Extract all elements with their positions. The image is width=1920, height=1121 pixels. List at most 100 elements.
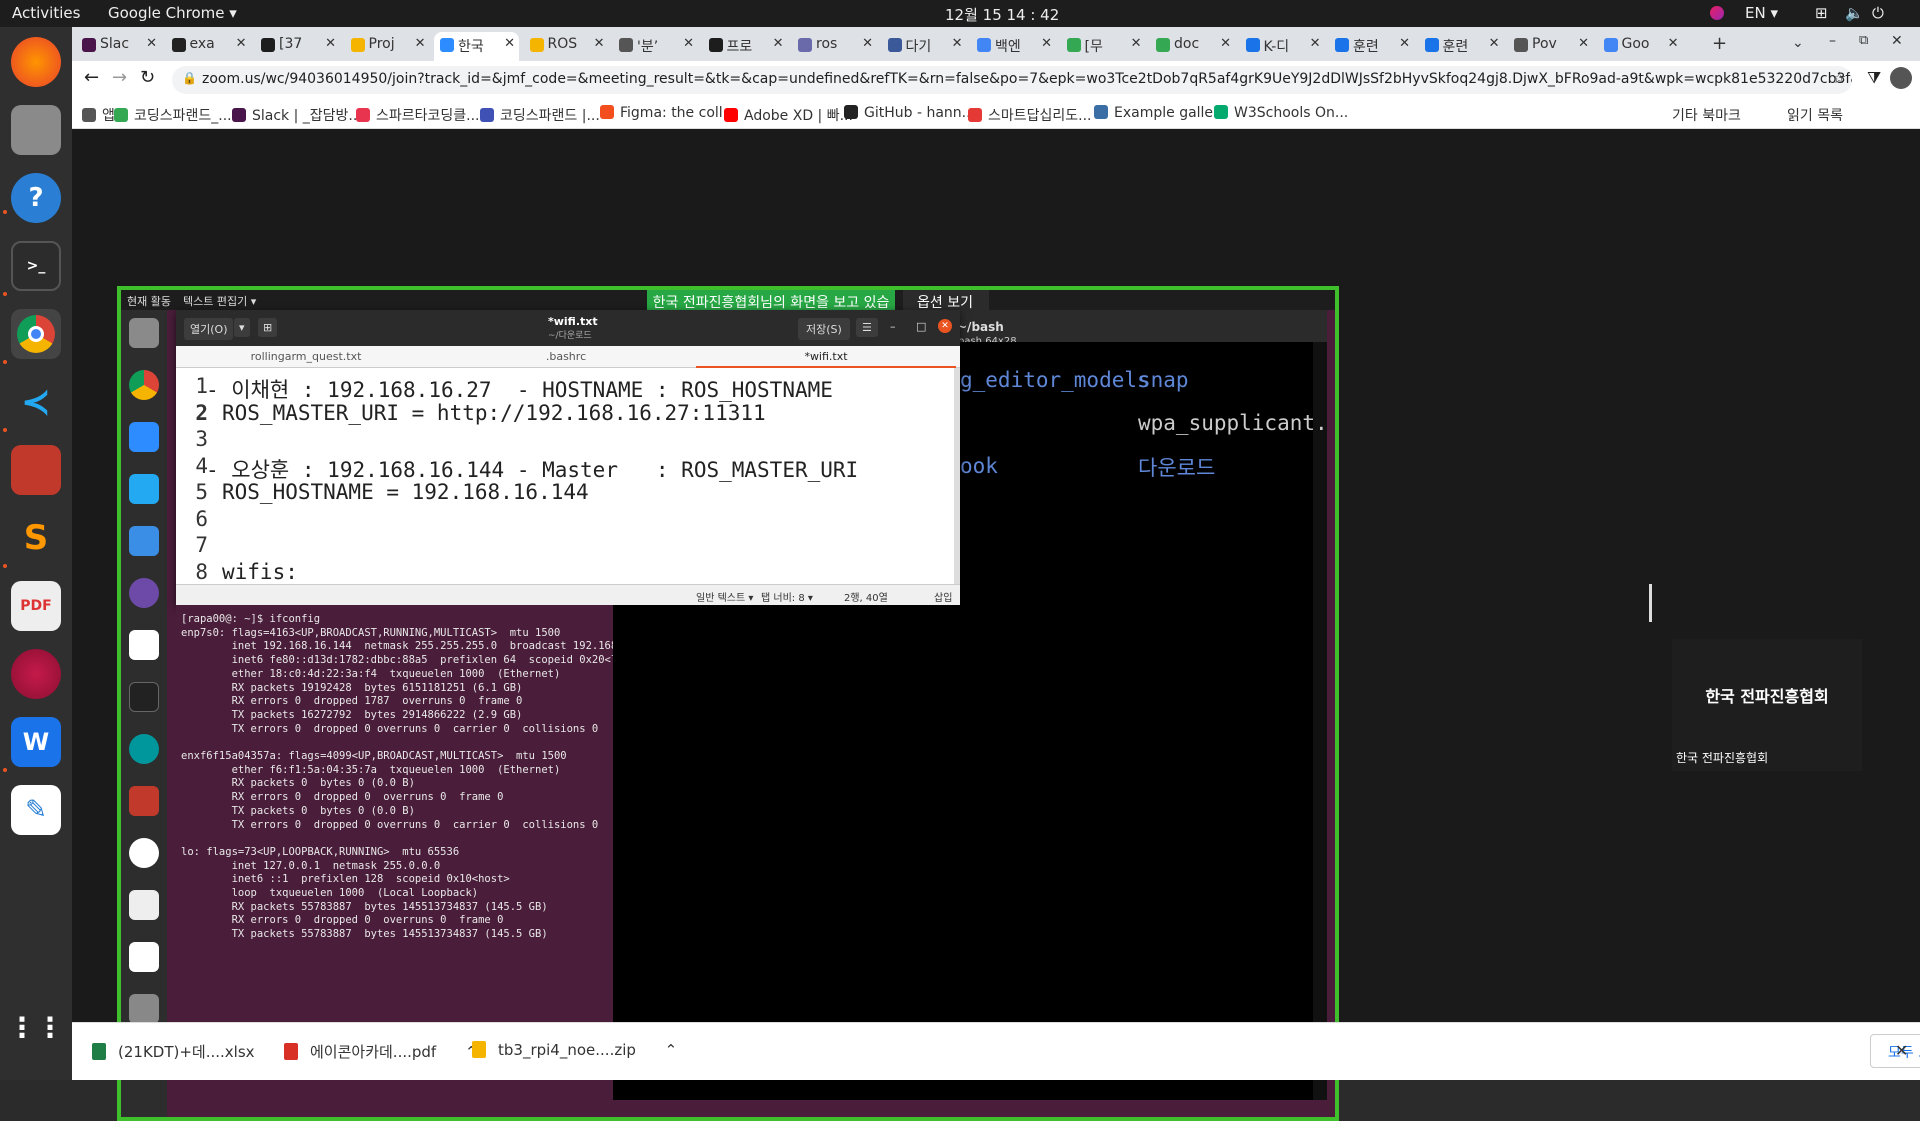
- close-window-icon[interactable]: ✕: [1891, 33, 1903, 49]
- tab-close-icon[interactable]: ✕: [1578, 36, 1589, 51]
- bookmark-star-icon[interactable]: ☆: [1832, 68, 1846, 87]
- tab-close-icon[interactable]: ✕: [1131, 36, 1142, 51]
- bookmark-item[interactable]: 코딩스파랜드_...: [114, 105, 232, 125]
- profile-avatar[interactable]: [1890, 67, 1912, 89]
- open-button[interactable]: 열기(O): [184, 318, 234, 340]
- address-bar[interactable]: 🔒 zoom.us/wc/94036014950/join?track_id=&…: [172, 66, 1852, 94]
- browser-tab[interactable]: 프로 ✕: [703, 32, 788, 61]
- minimize-icon[interactable]: –: [1829, 33, 1836, 49]
- bookmark-item[interactable]: 스파르타코딩클...: [356, 105, 480, 125]
- hamburger-menu-icon[interactable]: ☰: [856, 318, 878, 337]
- browser-tab[interactable]: Proj ✕: [345, 32, 430, 61]
- tab-close-icon[interactable]: ✕: [594, 36, 605, 51]
- bookmark-item[interactable]: Figma: the coll...: [600, 105, 736, 121]
- browser-tab[interactable]: 훈련 ✕: [1329, 32, 1414, 61]
- tab-close-icon[interactable]: ✕: [1310, 36, 1321, 51]
- tab-close-icon[interactable]: ✕: [504, 36, 515, 51]
- bookmark-item[interactable]: 스마트답십리도...: [968, 105, 1092, 125]
- browser-tab[interactable]: Slac ✕: [76, 32, 161, 61]
- browser-tab[interactable]: '분’ ✕: [613, 32, 698, 61]
- tab-search-icon[interactable]: ⌄: [1792, 35, 1804, 51]
- clock[interactable]: 12월 15 14 : 42: [945, 4, 1059, 25]
- tab-width-selector[interactable]: 탭 너비: 8 ▾: [761, 589, 813, 604]
- new-tab-button[interactable]: +: [1712, 33, 1727, 54]
- browser-tab[interactable]: Pov ✕: [1508, 32, 1593, 61]
- editor-close-icon[interactable]: ✕: [938, 319, 952, 333]
- show-apps-icon[interactable]: ⋮⋮: [8, 1002, 64, 1052]
- participant-tile[interactable]: 한국 전파진흥협회 한국 전파진흥협회: [1672, 639, 1862, 771]
- tab-close-icon[interactable]: ✕: [1041, 36, 1052, 51]
- tab-close-icon[interactable]: ✕: [773, 36, 784, 51]
- cursor-position[interactable]: 2행, 40열: [844, 589, 888, 604]
- editor-tab[interactable]: .bashrc: [436, 350, 696, 363]
- code-line[interactable]: wifis:: [222, 560, 298, 584]
- editor-tab[interactable]: rollingarm_quest.txt: [176, 350, 436, 363]
- forward-icon[interactable]: →: [112, 67, 127, 88]
- app-red-icon[interactable]: [11, 445, 61, 495]
- tab-close-icon[interactable]: ✕: [1220, 36, 1231, 51]
- tab-close-icon[interactable]: ✕: [683, 36, 694, 51]
- code-line[interactable]: ROS_MASTER_URI = http://192.168.16.27:11…: [222, 401, 766, 425]
- bookmark-item[interactable]: GitHub - hann...: [844, 105, 975, 121]
- download-item[interactable]: tb3_rpi4_noe....zip ⌃: [472, 1041, 677, 1059]
- browser-tab[interactable]: ros ✕: [792, 32, 877, 61]
- browser-tab[interactable]: 훈련 ✕: [1419, 32, 1504, 61]
- code-line[interactable]: - 오상훈 : 192.168.16.144 - Master : ROS_MA…: [206, 454, 858, 484]
- activities-button[interactable]: Activities: [12, 4, 80, 22]
- code-line[interactable]: - 이채현 : 192.168.16.27 - HOSTNAME : ROS_H…: [206, 374, 833, 404]
- download-item[interactable]: (21KDT)+데....xlsx ⌃: [92, 1041, 296, 1062]
- browser-tab[interactable]: 다기 ✕: [882, 32, 967, 61]
- reload-icon[interactable]: ↻: [140, 67, 155, 88]
- terminal-icon[interactable]: >_: [11, 241, 61, 291]
- editor-text-area[interactable]: 1- 이채현 : 192.168.16.27 - HOSTNAME : ROS_…: [176, 368, 954, 584]
- view-options-button[interactable]: 옵션 보기 ⌄: [903, 290, 989, 328]
- bookmark-item[interactable]: Slack | _잡담방...: [232, 105, 362, 125]
- bookmark-folder[interactable]: 기타 북마크: [1672, 105, 1741, 125]
- new-tab-icon[interactable]: ⊞: [258, 318, 278, 337]
- browser-tab[interactable]: 백엔 ✕: [971, 32, 1056, 61]
- bookmark-item[interactable]: W3Schools On...: [1214, 105, 1348, 121]
- network-icon[interactable]: ⊞: [1815, 4, 1828, 22]
- code-line[interactable]: ROS_HOSTNAME = 192.168.16.144: [222, 480, 589, 504]
- open-dropdown-icon[interactable]: ▾: [234, 318, 250, 337]
- browser-tab[interactable]: 한국 ✕: [434, 32, 519, 61]
- bookmark-item[interactable]: 앱: [82, 105, 115, 125]
- bookmark-item[interactable]: Example galle...: [1094, 105, 1226, 121]
- browser-tab[interactable]: ROS ✕: [524, 32, 609, 61]
- colorpicker-icon[interactable]: [1710, 6, 1724, 20]
- power-icon[interactable]: ⏻: [1872, 4, 1884, 22]
- tab-close-icon[interactable]: ✕: [236, 36, 247, 51]
- document-viewer-icon[interactable]: PDF: [11, 581, 61, 631]
- download-options-icon[interactable]: ⌃: [660, 1041, 678, 1059]
- language-selector[interactable]: 일반 텍스트 ▾: [696, 589, 753, 604]
- wps-icon[interactable]: W: [11, 717, 61, 767]
- save-button[interactable]: 저장(S): [798, 318, 850, 340]
- back-icon[interactable]: ←: [84, 67, 99, 88]
- tab-close-icon[interactable]: ✕: [952, 36, 963, 51]
- help-icon[interactable]: ?: [11, 173, 61, 223]
- editor-maximize-icon[interactable]: □: [916, 320, 926, 333]
- tab-close-icon[interactable]: ✕: [146, 36, 157, 51]
- app-menu[interactable]: Google Chrome ▾: [108, 4, 237, 22]
- extensions-icon[interactable]: ⧩: [1867, 68, 1881, 88]
- tab-close-icon[interactable]: ✕: [415, 36, 426, 51]
- editor-tab-active[interactable]: *wifi.txt: [696, 350, 956, 368]
- browser-tab[interactable]: [무 ✕: [1061, 32, 1146, 61]
- download-item[interactable]: 에이콘아카데....pdf ⌃: [284, 1041, 478, 1062]
- tab-close-icon[interactable]: ✕: [325, 36, 336, 51]
- language-indicator[interactable]: EN ▾: [1745, 4, 1778, 22]
- tab-close-icon[interactable]: ✕: [1668, 36, 1679, 51]
- tab-close-icon[interactable]: ✕: [1489, 36, 1500, 51]
- volume-icon[interactable]: 🔈: [1845, 4, 1864, 22]
- vscode-icon[interactable]: ≺: [11, 377, 61, 427]
- raspberry-pi-icon[interactable]: [11, 649, 61, 699]
- panel-resize-handle[interactable]: [1649, 584, 1652, 622]
- tab-close-icon[interactable]: ✕: [1399, 36, 1410, 51]
- browser-tab[interactable]: exa ✕: [166, 32, 251, 61]
- files-icon[interactable]: [11, 105, 61, 155]
- chrome-icon[interactable]: [11, 309, 61, 359]
- restore-icon[interactable]: ⧉: [1859, 33, 1868, 48]
- bookmark-folder[interactable]: 읽기 목록: [1787, 105, 1843, 125]
- editor-minimize-icon[interactable]: –: [890, 320, 896, 333]
- browser-tab[interactable]: [37 ✕: [255, 32, 340, 61]
